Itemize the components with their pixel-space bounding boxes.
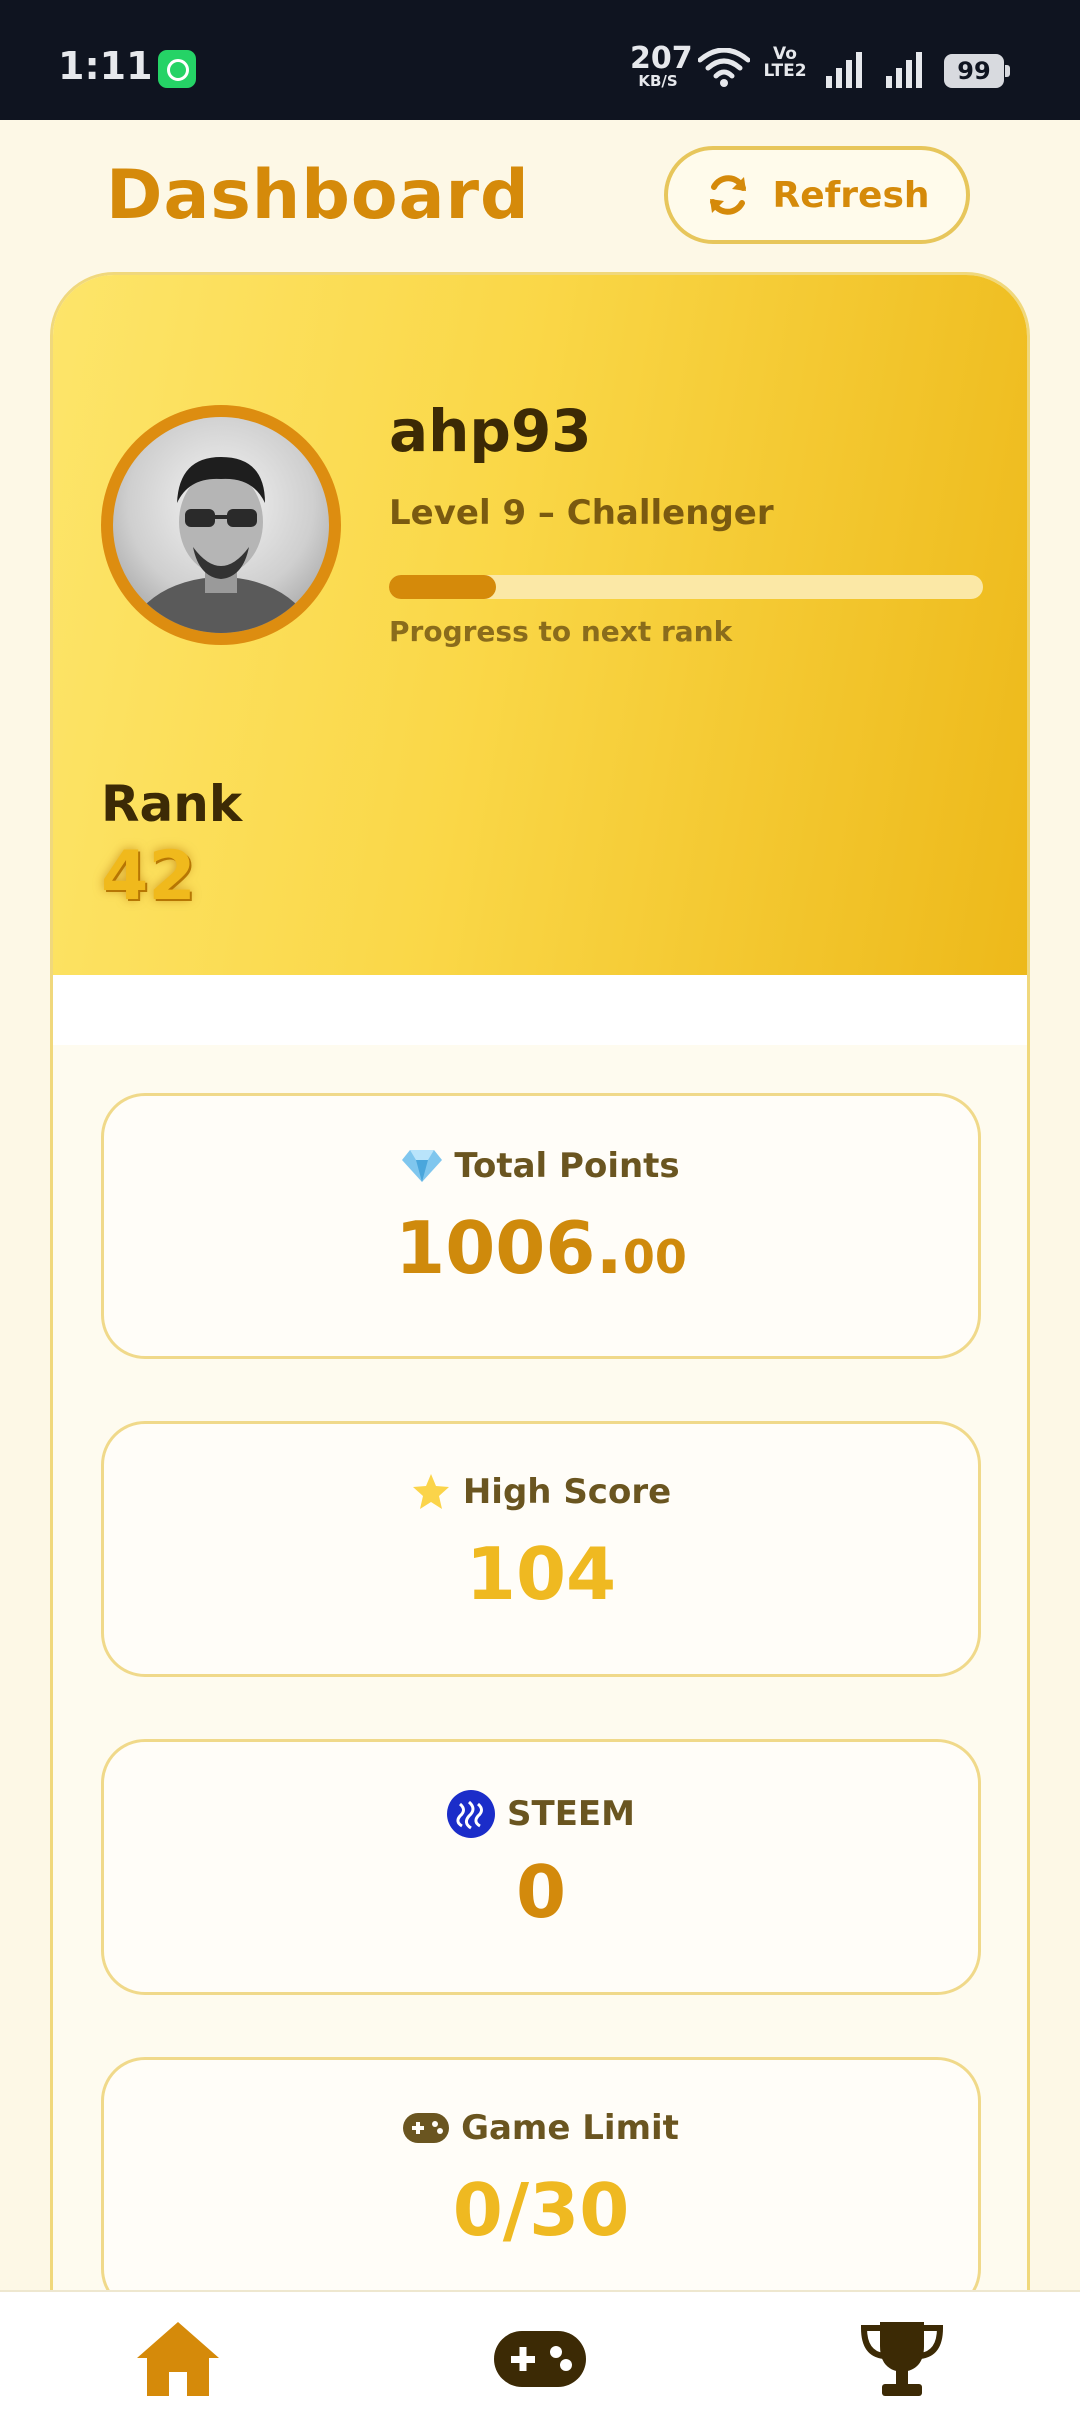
high-score-header: High Score <box>104 1472 978 1512</box>
sync-icon <box>710 175 747 215</box>
steem-label: STEEM <box>507 1794 635 1834</box>
gamepad-icon <box>403 2113 450 2143</box>
home-icon <box>137 2322 219 2396</box>
game-limit-header: Game Limit <box>104 2108 978 2148</box>
game-limit-card: Game Limit 0/30 <box>101 2057 981 2313</box>
gem-icon <box>402 1150 443 1182</box>
total-points-card: Total Points 1006.00 <box>101 1093 981 1359</box>
bottom-nav <box>0 2290 1080 2412</box>
username: ahp93 <box>389 397 592 465</box>
status-time: 1:11 <box>58 44 153 88</box>
steem-card: STEEM 0 <box>101 1739 981 1995</box>
user-level: Level 9 – Challenger <box>389 493 774 533</box>
battery-icon: 99 <box>944 54 1010 88</box>
nav-leaderboard[interactable] <box>852 2314 952 2404</box>
total-points-value: 1006.00 <box>104 1206 978 1290</box>
signal-icon <box>826 52 862 88</box>
steem-icon <box>447 1790 496 1838</box>
hero-divider <box>53 975 1027 1045</box>
high-score-card: High Score 104 <box>101 1421 981 1677</box>
total-points-header: Total Points <box>104 1146 978 1186</box>
person-photo-icon <box>127 457 315 633</box>
network-speed-unit: KB/S <box>638 72 678 90</box>
star-icon <box>412 1474 449 1509</box>
rank-value: 42 <box>101 837 196 916</box>
total-points-main: 1006. <box>395 1206 623 1290</box>
high-score-value: 104 <box>465 1532 617 1616</box>
progress-label: Progress to next rank <box>389 615 733 648</box>
total-points-decimal: 00 <box>622 1230 687 1284</box>
rank-label: Rank <box>101 775 243 833</box>
refresh-button[interactable]: Refresh <box>664 146 970 244</box>
steem-header: STEEM <box>104 1790 978 1838</box>
volte-icon: Vo LTE2 <box>760 46 810 80</box>
game-limit-value: 0/30 <box>452 2168 630 2252</box>
rank-progress-fill <box>389 575 496 599</box>
wifi-icon <box>698 48 750 87</box>
rank-progress-bar <box>389 575 983 599</box>
profile-hero: ahp93 Level 9 – Challenger Progress to n… <box>53 275 1027 975</box>
trophy-icon <box>860 2322 944 2396</box>
avatar[interactable] <box>101 405 341 645</box>
page-title: Dashboard <box>106 156 530 235</box>
network-speed-value: 207 <box>630 41 693 76</box>
network-speed: 207 KB/S <box>630 41 693 90</box>
total-points-label: Total Points <box>454 1146 680 1186</box>
nav-home[interactable] <box>128 2314 228 2404</box>
volte-bottom: LTE2 <box>763 61 807 81</box>
game-limit-label: Game Limit <box>461 2108 679 2148</box>
refresh-label: Refresh <box>772 174 930 216</box>
steem-value: 0 <box>515 1850 567 1934</box>
gamepad-icon <box>494 2331 586 2387</box>
high-score-label: High Score <box>462 1472 672 1512</box>
dashboard-card: ahp93 Level 9 – Challenger Progress to n… <box>50 272 1030 2412</box>
nav-games[interactable] <box>490 2314 590 2404</box>
avatar-photo <box>113 417 329 633</box>
status-bar: 1:11 207 KB/S Vo LTE2 99 <box>0 0 1080 120</box>
signal-icon <box>886 52 922 88</box>
whatsapp-icon <box>158 50 196 88</box>
